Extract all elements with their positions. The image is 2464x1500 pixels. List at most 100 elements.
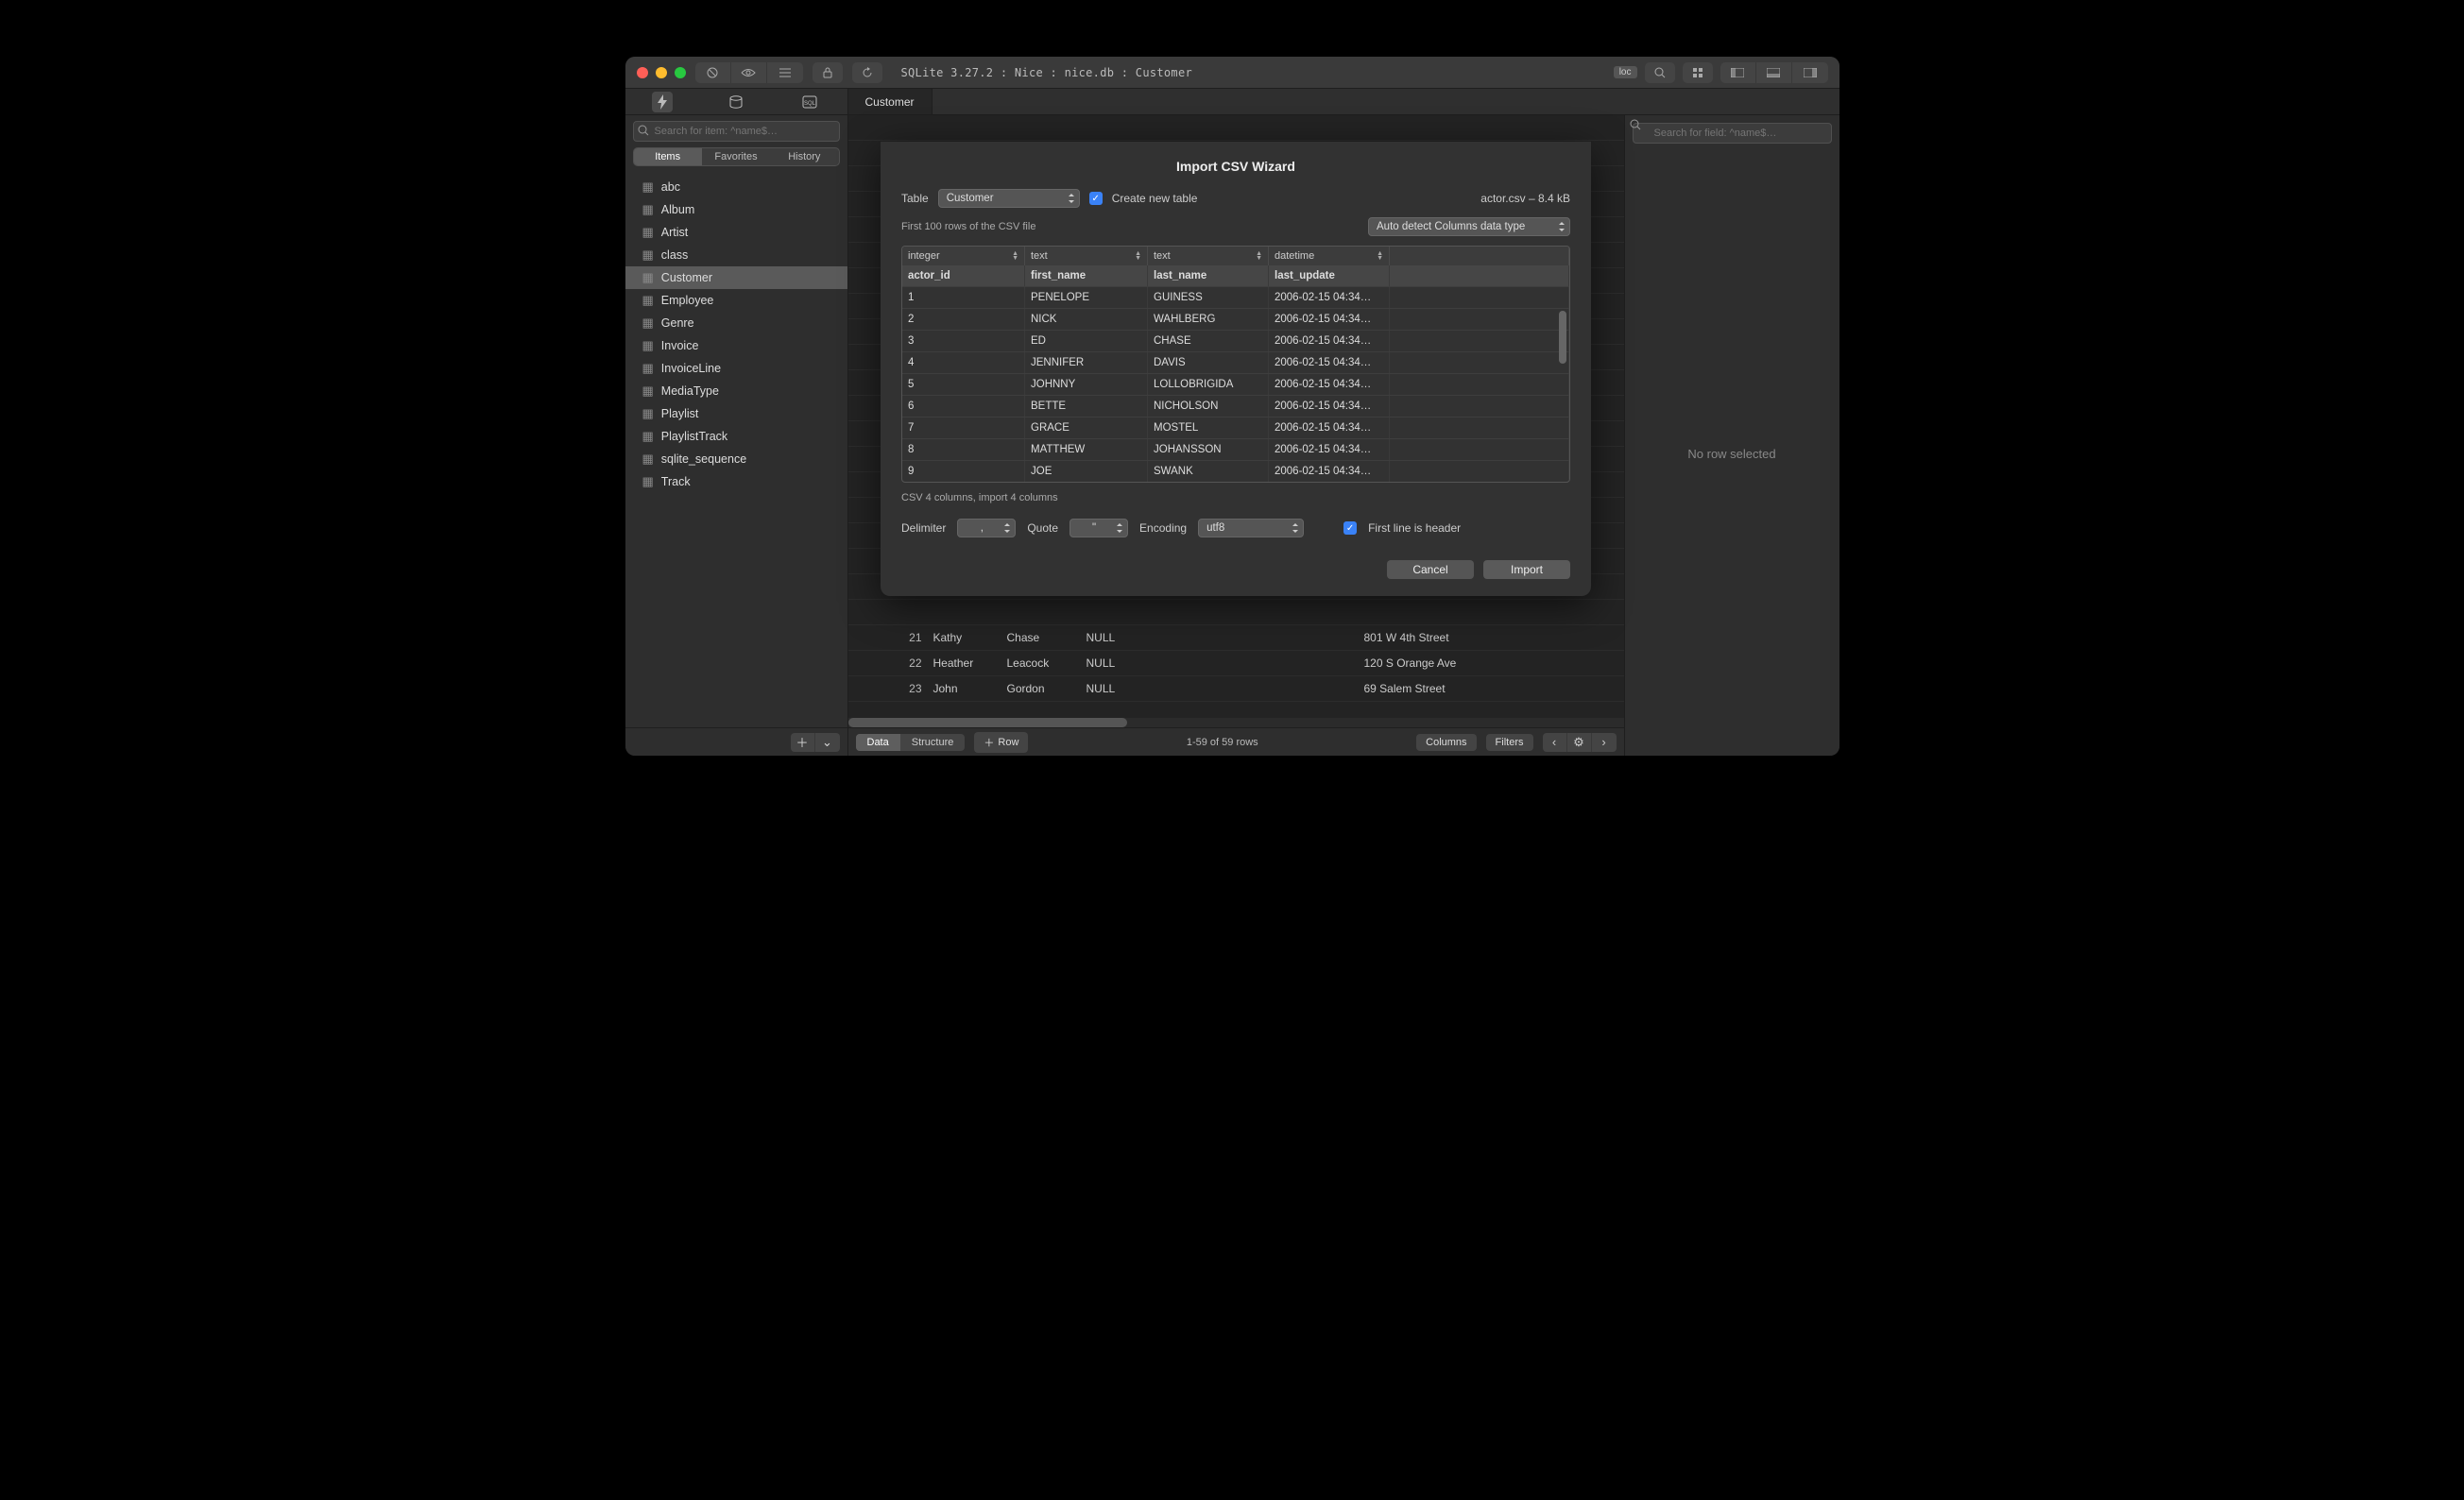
table-icon: ▦ <box>642 452 654 467</box>
columns-summary: CSV 4 columns, import 4 columns <box>901 492 1570 503</box>
sidebar-item-abc[interactable]: ▦ abc <box>625 176 847 198</box>
preview-row[interactable]: 4JENNIFERDAVIS2006-02-15 04:34… <box>902 351 1569 373</box>
search-icon <box>1630 119 1641 130</box>
column-header: last_name <box>1148 265 1269 286</box>
column-type-select[interactable]: datetime▲▼ <box>1269 247 1390 265</box>
preview-row[interactable]: 3EDCHASE2006-02-15 04:34… <box>902 330 1569 351</box>
preview-row[interactable]: 2NICKWAHLBERG2006-02-15 04:34… <box>902 308 1569 330</box>
svg-text:SQL: SQL <box>804 101 816 107</box>
minimize-window-button[interactable] <box>656 67 667 78</box>
list-button[interactable] <box>767 62 803 83</box>
preview-row[interactable]: 7GRACEMOSTEL2006-02-15 04:34… <box>902 417 1569 438</box>
column-type-select[interactable]: text▲▼ <box>1148 247 1269 265</box>
first-line-header-label: First line is header <box>1368 521 1461 535</box>
sidebar-item-mediatype[interactable]: ▦ MediaType <box>625 380 847 402</box>
search-button[interactable] <box>1645 62 1675 83</box>
first-line-header-checkbox[interactable]: ✓ <box>1343 521 1357 535</box>
preview-row[interactable]: 5JOHNNYLOLLOBRIGIDA2006-02-15 04:34… <box>902 373 1569 395</box>
close-window-button[interactable] <box>637 67 648 78</box>
column-type-select[interactable] <box>1390 247 1569 265</box>
sidebar-item-artist[interactable]: ▦Artist <box>625 221 847 244</box>
dialog-title: Import CSV Wizard <box>901 159 1570 174</box>
table-name: abc <box>661 180 680 194</box>
table-name: Playlist <box>661 407 699 420</box>
column-header: actor_id <box>902 265 1025 286</box>
stop-button[interactable] <box>695 62 731 83</box>
sidebar-segments: Items Favorites History <box>633 147 840 166</box>
table-icon: ▦ <box>642 179 654 195</box>
table-name: MediaType <box>661 384 719 398</box>
column-header: last_update <box>1269 265 1390 286</box>
table-icon: ▦ <box>642 429 654 444</box>
encoding-label: Encoding <box>1139 521 1187 535</box>
auto-detect-select[interactable]: Auto detect Columns data type <box>1368 217 1570 236</box>
toggle-right-panel[interactable] <box>1792 62 1828 83</box>
segment-history[interactable]: History <box>770 148 838 165</box>
tab-bar: SQL Customer <box>625 89 1839 115</box>
sidebar-item-customer[interactable]: ▦ Customer <box>625 266 847 289</box>
toggle-left-panel[interactable] <box>1720 62 1756 83</box>
table-name: sqlite_sequence <box>661 452 746 466</box>
table-label: Table <box>901 192 929 205</box>
grid-button[interactable] <box>1683 62 1713 83</box>
reload-button[interactable] <box>852 62 882 83</box>
sidebar-item-employee[interactable]: ▦Employee <box>625 289 847 312</box>
chevron-down-icon: ⌄ <box>815 733 840 752</box>
preview-scrollbar[interactable] <box>1559 311 1566 364</box>
import-csv-dialog: Import CSV Wizard Table Customer ✓ Creat… <box>881 142 1591 596</box>
quote-label: Quote <box>1027 521 1058 535</box>
column-type-select[interactable]: integer▲▼ <box>902 247 1025 265</box>
lock-button[interactable] <box>813 62 843 83</box>
segment-items[interactable]: Items <box>634 148 702 165</box>
add-table-button[interactable]: ＋ ⌄ <box>791 733 840 752</box>
preview-button[interactable] <box>731 62 767 83</box>
sidebar-item-playlisttrack[interactable]: ▦PlaylistTrack <box>625 425 847 448</box>
delimiter-select[interactable]: , <box>957 519 1016 537</box>
file-info: actor.csv – 8.4 kB <box>1480 192 1570 205</box>
plus-icon: ＋ <box>791 733 815 752</box>
sidebar-item-genre[interactable]: ▦Genre <box>625 312 847 334</box>
tab-customer[interactable]: Customer <box>848 89 933 114</box>
window-controls <box>637 67 686 78</box>
table-icon: ▦ <box>642 384 654 399</box>
toggle-bottom-panel[interactable] <box>1756 62 1792 83</box>
sidebar-item-invoice[interactable]: ▦Invoice <box>625 334 847 357</box>
delimiter-label: Delimiter <box>901 521 946 535</box>
quote-select[interactable]: " <box>1069 519 1128 537</box>
cancel-button[interactable]: Cancel <box>1387 560 1474 579</box>
toolbar-group-left <box>695 62 803 83</box>
segment-favorites[interactable]: Favorites <box>702 148 770 165</box>
sql-icon[interactable]: SQL <box>799 92 820 112</box>
sidebar-item-invoiceline[interactable]: ▦InvoiceLine <box>625 357 847 380</box>
inspector-search-input[interactable] <box>1633 123 1832 144</box>
preview-row[interactable]: 8MATTHEWJOHANSSON2006-02-15 04:34… <box>902 438 1569 460</box>
inspector-panel: No row selected <box>1624 115 1839 756</box>
column-type-select[interactable]: text▲▼ <box>1025 247 1148 265</box>
table-icon: ▦ <box>642 225 654 240</box>
table-icon: ▦ <box>642 361 654 376</box>
sidebar-item-sqlite_sequence[interactable]: ▦ sqlite_sequence <box>625 448 847 470</box>
encoding-select[interactable]: utf8 <box>1198 519 1304 537</box>
main-content: 21KathyChaseNULL801 W 4th Street22Heathe… <box>848 115 1624 756</box>
sidebar-item-class[interactable]: ▦class <box>625 244 847 266</box>
import-button[interactable]: Import <box>1483 560 1570 579</box>
table-icon: ▦ <box>642 270 654 285</box>
column-header <box>1390 265 1569 286</box>
preview-row[interactable]: 6BETTENICHOLSON2006-02-15 04:34… <box>902 395 1569 417</box>
table-icon: ▦ <box>642 293 654 308</box>
table-list: ▦ abc ▦Album▦Artist▦class ▦ Customer ▦Employe… <box>625 172 847 727</box>
location-badge: loc <box>1614 66 1637 78</box>
table-select[interactable]: Customer <box>938 189 1080 208</box>
sidebar-search-input[interactable] <box>633 121 840 142</box>
database-icon[interactable] <box>726 92 746 112</box>
sidebar-item-track[interactable]: ▦Track <box>625 470 847 493</box>
sidebar-item-album[interactable]: ▦Album <box>625 198 847 221</box>
preview-row[interactable]: 9JOESWANK2006-02-15 04:34… <box>902 460 1569 482</box>
preview-row[interactable]: 1PENELOPEGUINESS2006-02-15 04:34… <box>902 286 1569 308</box>
create-new-table-checkbox[interactable]: ✓ <box>1089 192 1103 205</box>
bolt-icon[interactable] <box>652 92 673 112</box>
table-name: Customer <box>661 271 712 284</box>
sidebar-search <box>633 121 840 142</box>
sidebar-item-playlist[interactable]: ▦Playlist <box>625 402 847 425</box>
zoom-window-button[interactable] <box>675 67 686 78</box>
